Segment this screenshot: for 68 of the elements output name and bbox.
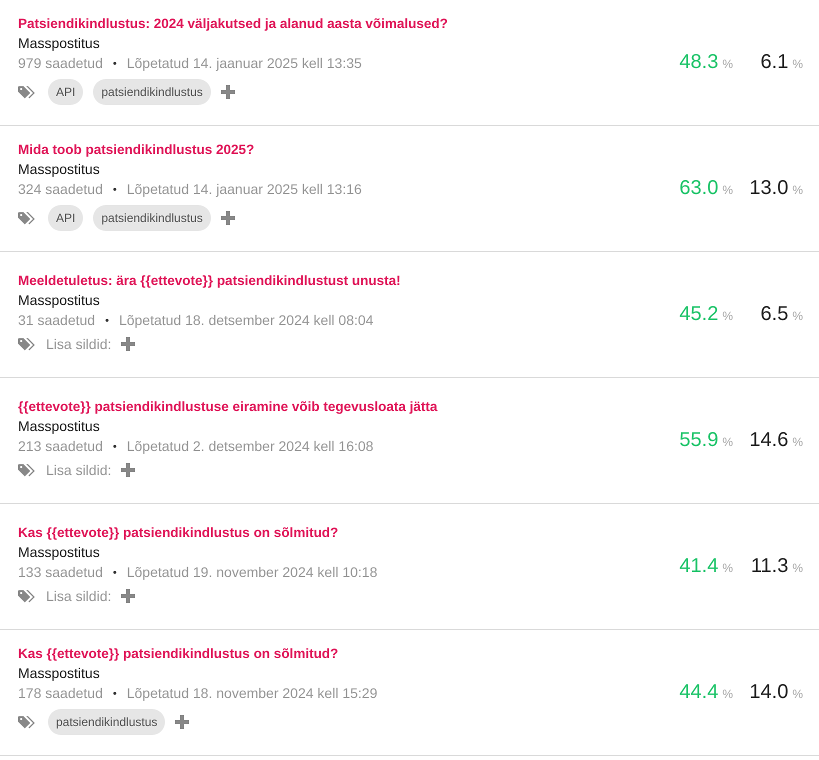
sent-count: 213 saadetud (18, 438, 103, 456)
open-rate-value: 44.4 (679, 681, 718, 704)
open-rate-value: 41.4 (679, 555, 718, 578)
separator-dot: • (112, 57, 117, 72)
tag-chip[interactable]: API (48, 79, 84, 105)
open-rate-value: 48.3 (679, 51, 718, 74)
add-icon[interactable] (121, 337, 136, 351)
percent-sign: % (722, 687, 733, 701)
finished-date: Lõpetatud 18. detsember 2024 kell 08:04 (118, 312, 374, 330)
campaign-type: Masspostitus (18, 418, 101, 434)
percent-sign: % (792, 57, 803, 71)
sent-count: 979 saadetud (18, 55, 103, 73)
percent-sign: % (722, 183, 733, 197)
add-tags-label: Lisa sildid: (46, 336, 112, 352)
campaign-title-link[interactable]: Mida toob patsiendikindlustus 2025? (18, 142, 677, 157)
campaign-title-link[interactable]: Kas {{ettevote}} patsiendikindlustus on sõlmitud? (18, 525, 677, 540)
add-tags-label: Lisa sildid: (46, 462, 112, 478)
open-rate-value: 55.9 (679, 429, 718, 452)
click-rate-value: 6.1 (760, 51, 788, 74)
finished-date: Lõpetatud 2. detsember 2024 kell 16:08 (126, 438, 374, 456)
add-tags-label: Lisa sildid: (46, 588, 112, 604)
click-rate-value: 6.5 (760, 303, 788, 326)
percent-sign: % (722, 309, 733, 323)
open-rate-value: 63.0 (679, 177, 718, 200)
campaign-title-link[interactable]: Kas {{ettevote}} patsiendikindlustus on sõlmitud? (18, 646, 677, 661)
separator-dot: • (112, 440, 117, 455)
tag-chip[interactable]: patsiendikindlustus (93, 205, 211, 231)
campaign-type: Masspostitus (18, 161, 101, 177)
finished-date: Lõpetatud 19. november 2024 kell 10:18 (126, 564, 378, 582)
campaign-type: Masspostitus (18, 292, 101, 308)
click-rate-value: 14.0 (749, 681, 788, 704)
separator-dot: • (112, 687, 117, 702)
separator-dot: • (105, 314, 109, 329)
sent-count: 31 saadetud (18, 312, 96, 330)
open-rate-value: 45.2 (679, 303, 718, 326)
click-rate-value: 13.0 (749, 177, 788, 200)
sent-count: 324 saadetud (18, 181, 103, 199)
sent-count: 178 saadetud (18, 685, 103, 703)
add-icon[interactable] (175, 715, 190, 729)
campaign-title-link[interactable]: Meeldetuletus: ära {{ettevote}} patsiendikindlustust unusta! (18, 273, 677, 288)
campaign-type: Masspostitus (18, 665, 101, 681)
campaign-title-link[interactable]: Patsiendikindlustus: 2024 väljakutsed ja alanud aasta võimalused? (18, 16, 677, 31)
percent-sign: % (792, 435, 803, 449)
tag-chip[interactable]: API (48, 205, 84, 231)
finished-date: Lõpetatud 14. jaanuar 2025 kell 13:16 (126, 181, 362, 199)
percent-sign: % (792, 183, 803, 197)
click-rate-value: 14.6 (749, 429, 788, 452)
tag-chip[interactable]: patsiendikindlustus (48, 709, 166, 735)
sent-count: 133 saadetud (18, 564, 103, 582)
campaign-title-link[interactable]: {{ettevote}} patsiendikindlustuse eiramine võib tegevusloata jätta (18, 399, 677, 414)
click-rate-value: 11.3 (750, 555, 788, 578)
add-icon[interactable] (121, 463, 136, 477)
percent-sign: % (792, 687, 803, 701)
add-icon[interactable] (220, 85, 235, 99)
add-icon[interactable] (121, 589, 136, 603)
campaign-type: Masspostitus (18, 544, 101, 560)
separator-dot: • (112, 566, 117, 581)
campaign-type: Masspostitus (18, 35, 101, 51)
separator-dot: • (112, 183, 117, 198)
percent-sign: % (722, 57, 733, 71)
finished-date: Lõpetatud 18. november 2024 kell 15:29 (126, 685, 378, 703)
percent-sign: % (792, 309, 803, 323)
percent-sign: % (722, 435, 733, 449)
add-icon[interactable] (220, 211, 235, 225)
tag-chip[interactable]: patsiendikindlustus (93, 79, 211, 105)
percent-sign: % (722, 561, 733, 575)
finished-date: Lõpetatud 14. jaanuar 2025 kell 13:35 (126, 55, 362, 73)
percent-sign: % (792, 561, 803, 575)
